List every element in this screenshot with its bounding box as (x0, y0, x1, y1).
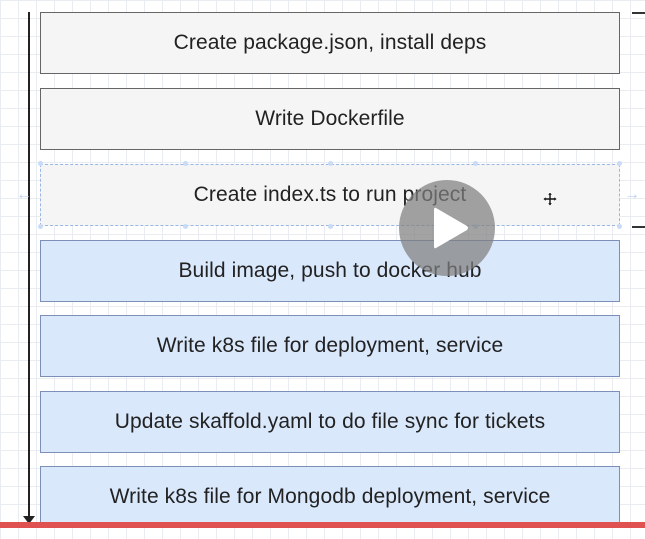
step-label: Write k8s file for deployment, service (156, 334, 504, 357)
selection-handle[interactable] (617, 161, 622, 166)
step-label: Write Dockerfile (255, 107, 405, 130)
step-create-package-json[interactable]: Create package.json, install deps (40, 12, 620, 74)
step-label: Update skaffold.yaml to do file sync for… (114, 410, 546, 433)
selection-handle[interactable] (38, 161, 43, 166)
selection-handle[interactable] (328, 224, 333, 229)
arrow-right-icon[interactable]: → (624, 187, 640, 203)
play-icon (434, 207, 468, 249)
video-progress-bar[interactable] (0, 522, 645, 528)
step-create-index-ts[interactable]: Create index.ts to run project (40, 164, 620, 226)
move-cursor-icon (542, 191, 558, 207)
selection-handle[interactable] (328, 161, 333, 166)
step-k8s-deployment[interactable]: Write k8s file for deployment, service (40, 315, 620, 377)
diagram-canvas[interactable]: Create package.json, install deps Write … (0, 0, 645, 539)
selection-handle[interactable] (473, 161, 478, 166)
selection-handle[interactable] (183, 161, 188, 166)
selection-handle[interactable] (38, 224, 43, 229)
play-button[interactable] (399, 180, 495, 276)
step-update-skaffold[interactable]: Update skaffold.yaml to do file sync for… (40, 391, 620, 453)
step-build-image[interactable]: Build image, push to docker hub (40, 240, 620, 302)
step-label: Create package.json, install deps (173, 31, 487, 54)
step-k8s-mongodb[interactable]: Write k8s file for Mongodb deployment, s… (40, 466, 620, 528)
selection-handle[interactable] (183, 224, 188, 229)
selection-handle[interactable] (617, 224, 622, 229)
flow-arrow-line (28, 12, 30, 520)
video-progress-fill (0, 522, 645, 528)
step-write-dockerfile[interactable]: Write Dockerfile (40, 88, 620, 150)
step-label: Write k8s file for Mongodb deployment, s… (109, 485, 551, 508)
arrow-left-icon[interactable]: ← (16, 187, 32, 203)
bracket-top-line (632, 12, 645, 14)
bracket-bottom-line (632, 226, 645, 228)
